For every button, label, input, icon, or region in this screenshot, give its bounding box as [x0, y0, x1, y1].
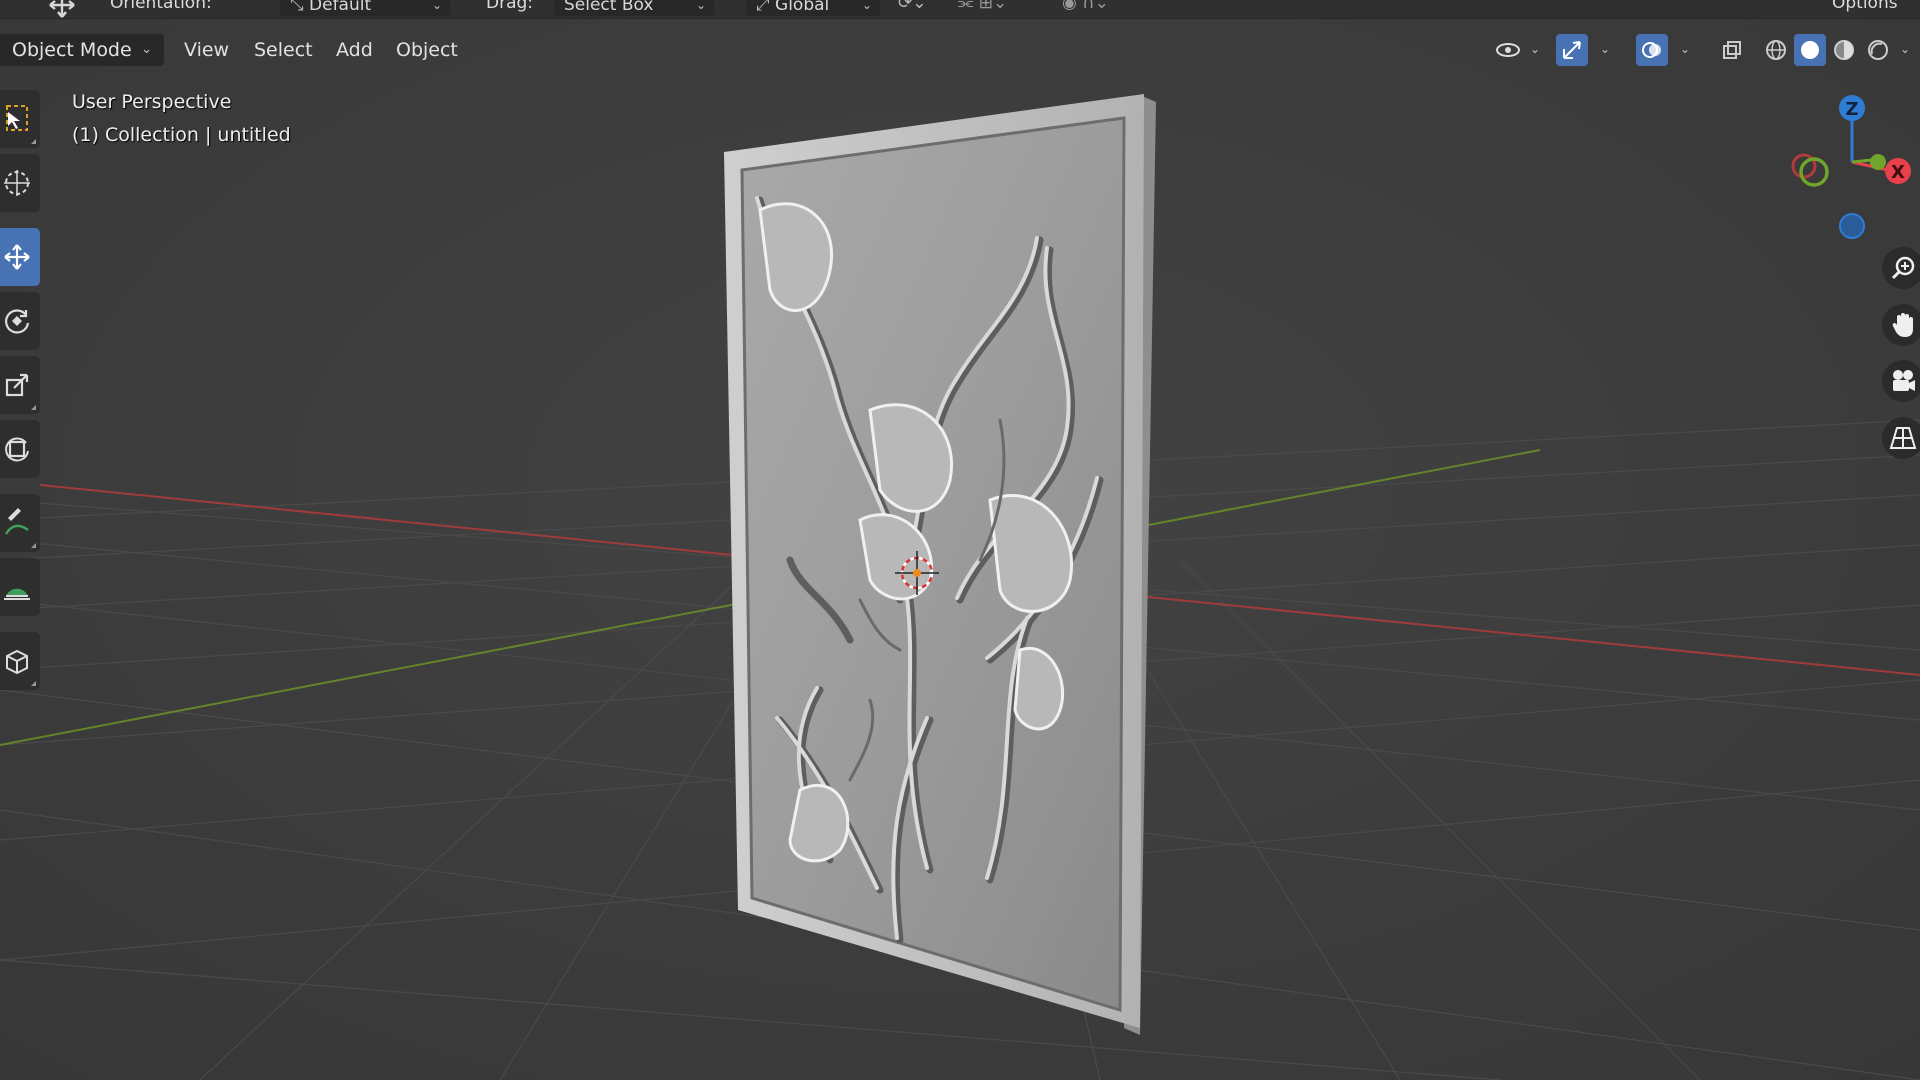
- measure-tool[interactable]: [0, 558, 40, 616]
- annotate-tool[interactable]: [0, 494, 40, 552]
- chevron-down-icon[interactable]: ⌄: [1680, 42, 1690, 56]
- chevron-down-icon[interactable]: ⌄: [1600, 42, 1610, 56]
- rotate-icon: [5, 309, 30, 334]
- gizmo-y[interactable]: [1870, 154, 1886, 170]
- transform-space-value: Global: [775, 0, 830, 15]
- 3d-viewport[interactable]: [0, 0, 1920, 1080]
- overlays-toggle-icon[interactable]: [1636, 34, 1668, 66]
- rendered-shading-icon[interactable]: [1862, 34, 1894, 66]
- transform-tool[interactable]: [0, 420, 40, 478]
- move-tool[interactable]: [0, 228, 40, 286]
- xray-toggle-icon[interactable]: [1716, 34, 1748, 66]
- zoom-icon: [1891, 256, 1915, 280]
- global-axes-icon: ⤢: [756, 0, 776, 15]
- cursor-icon: [4, 170, 30, 196]
- menu-add[interactable]: Add: [328, 34, 381, 66]
- menu-select[interactable]: Select: [246, 34, 321, 66]
- ortho-toggle-button[interactable]: [1882, 417, 1920, 459]
- tool-options-indicator: [31, 405, 36, 410]
- menu-view[interactable]: View: [176, 34, 237, 66]
- select-box-tool[interactable]: [0, 90, 40, 148]
- tool-options-indicator: [31, 681, 36, 686]
- gizmo-z-label: Z: [1845, 99, 1858, 120]
- camera-view-button[interactable]: [1882, 360, 1920, 402]
- solid-shading-icon[interactable]: [1794, 34, 1826, 66]
- transform-orientation-dropdown[interactable]: ⤢ Global ⌄: [746, 0, 880, 16]
- chevron-down-icon[interactable]: ⌄: [1900, 42, 1910, 56]
- zoom-button[interactable]: [1882, 247, 1920, 289]
- pan-button[interactable]: [1882, 304, 1920, 346]
- navigation-gizmo[interactable]: Z X: [1782, 90, 1920, 250]
- add-cube-icon: [6, 649, 28, 675]
- move-icon: [4, 244, 30, 270]
- transform-gizmo-icon[interactable]: [44, 0, 80, 26]
- viewport-header: Object Mode ⌄ View Select Add Object ⌄ ⌄…: [0, 30, 1920, 68]
- transform-icon: [5, 437, 29, 462]
- material-preview-icon[interactable]: [1828, 34, 1860, 66]
- tool-options-indicator: [31, 139, 36, 144]
- chevron-down-icon: ⌄: [861, 0, 872, 12]
- gizmo-x-label: X: [1891, 162, 1905, 183]
- cursor-tool[interactable]: [0, 154, 40, 212]
- drag-value: Select Box: [564, 0, 654, 15]
- proportional-edit-icon[interactable]: ◉ ∩⌄: [1062, 0, 1109, 13]
- options-menu[interactable]: Options: [1832, 0, 1898, 13]
- gizmo-toggle-icon[interactable]: [1556, 34, 1588, 66]
- orientation-value: Default: [309, 0, 372, 15]
- chevron-down-icon: ⌄: [431, 0, 442, 12]
- pivot-point-icon[interactable]: ⟳⌄: [898, 0, 927, 13]
- ortho-grid-icon: [1889, 427, 1917, 449]
- pan-hand-icon: [1892, 313, 1913, 337]
- orientation-icon: ⤡: [290, 0, 310, 15]
- rotate-tool[interactable]: [0, 292, 40, 350]
- drag-dropdown[interactable]: Select Box ⌄: [554, 0, 714, 16]
- chevron-down-icon: ⌄: [695, 0, 706, 12]
- orientation-label: Orientation:: [110, 0, 212, 13]
- visibility-eye-icon[interactable]: [1492, 34, 1524, 66]
- add-cube-tool[interactable]: [0, 632, 40, 690]
- tool-options-indicator: [31, 543, 36, 548]
- camera-icon: [1893, 370, 1915, 391]
- mode-label: Object Mode: [12, 39, 132, 61]
- drag-label: Drag:: [486, 0, 534, 13]
- select-box-icon: [6, 105, 28, 131]
- object-mode-dropdown[interactable]: Object Mode ⌄: [0, 34, 164, 66]
- relief-panel-object[interactable]: [724, 94, 1156, 1035]
- scale-tool[interactable]: [0, 356, 40, 414]
- measure-icon: [4, 588, 30, 600]
- snap-icon[interactable]: ⫘ ⊞⌄: [958, 0, 1007, 13]
- wireframe-shading-icon[interactable]: [1760, 34, 1792, 66]
- orientation-dropdown[interactable]: ⤡ Default ⌄: [280, 0, 450, 16]
- menu-object[interactable]: Object: [388, 34, 466, 66]
- gizmo-neg-z[interactable]: [1839, 213, 1865, 239]
- chevron-down-icon[interactable]: ⌄: [1530, 42, 1540, 56]
- annotate-pencil-icon: [4, 508, 29, 535]
- view-name-label: User Perspective: [72, 91, 232, 113]
- collection-label: (1) Collection | untitled: [72, 124, 291, 146]
- chevron-down-icon: ⌄: [141, 42, 152, 57]
- scale-icon: [5, 373, 29, 397]
- tool-settings-bar: Orientation: ⤡ Default ⌄ Drag: Select Bo…: [0, 0, 1920, 19]
